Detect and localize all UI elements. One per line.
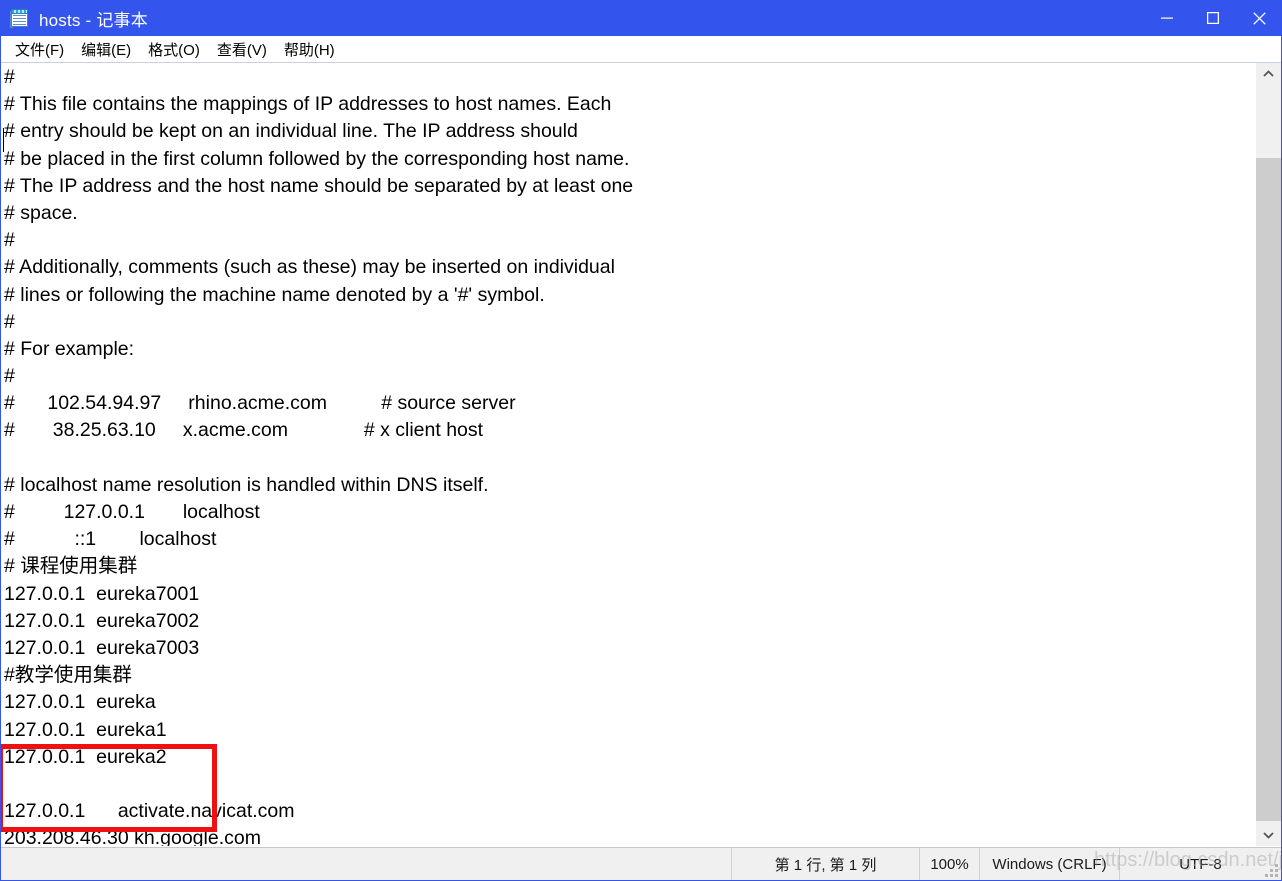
- status-cursor-position: 第 1 行, 第 1 列: [731, 847, 919, 880]
- title-bar[interactable]: hosts - 记事本: [1, 0, 1281, 36]
- status-bar: 第 1 行, 第 1 列 100% Windows (CRLF) UTF-8: [1, 847, 1281, 880]
- text-line: 127.0.0.1 eureka7002: [4, 609, 200, 632]
- close-button[interactable]: [1236, 0, 1281, 36]
- text-line: # be placed in the first column followed…: [4, 147, 630, 170]
- text-caret: [3, 128, 4, 152]
- notepad-icon: [10, 8, 30, 28]
- text-line: [4, 445, 633, 472]
- maximize-button[interactable]: [1190, 0, 1236, 36]
- text-line: #: [4, 66, 15, 88]
- status-zoom-level: 100%: [919, 847, 979, 880]
- status-line-ending: Windows (CRLF): [979, 847, 1119, 880]
- text-line: # The IP address and the host name shoul…: [4, 174, 634, 197]
- scrollbar-thumb[interactable]: [1256, 158, 1281, 821]
- text-line: # This file contains the mappings of IP …: [4, 93, 612, 116]
- notepad-window: hosts - 记事本 文件(F) 编辑(E) 格式(O) 查看(V) 帮助(H…: [0, 0, 1282, 881]
- text-line: 127.0.0.1 eureka7003: [4, 636, 200, 659]
- text-line: # For example:: [4, 337, 135, 360]
- text-line: 127.0.0.1 eureka1: [4, 718, 167, 741]
- scroll-up-arrow-icon[interactable]: [1256, 63, 1281, 85]
- menu-item-help[interactable]: 帮助(H): [276, 37, 344, 62]
- text-line: [4, 771, 633, 798]
- text-line: # Additionally, comments (such as these)…: [4, 256, 615, 279]
- text-line: 127.0.0.1 eureka2: [4, 745, 167, 768]
- text-line: # 38.25.63.10 x.acme.com # x client host: [4, 419, 484, 442]
- text-line: 127.0.0.1 activate.navicat.com: [4, 800, 295, 823]
- minimize-button[interactable]: [1144, 0, 1190, 36]
- vertical-scrollbar[interactable]: [1255, 63, 1281, 846]
- text-line: # ::1 localhost: [4, 528, 217, 551]
- text-line: #教学使用集群: [4, 664, 132, 687]
- menu-bar: 文件(F) 编辑(E) 格式(O) 查看(V) 帮助(H): [1, 36, 1281, 63]
- text-line: 127.0.0.1 eureka7001: [4, 582, 200, 605]
- text-line: # entry should be kept on an individual …: [4, 120, 578, 143]
- text-line: #: [4, 365, 15, 388]
- window-controls: [1144, 0, 1281, 36]
- text-content: # # This file contains the mappings of IP…: [4, 64, 633, 846]
- text-line: # lines or following the machine name de…: [4, 283, 545, 306]
- window-title: hosts - 记事本: [39, 10, 148, 30]
- scroll-down-arrow-icon[interactable]: [1256, 824, 1281, 846]
- menu-item-view[interactable]: 查看(V): [209, 37, 276, 62]
- menu-item-format[interactable]: 格式(O): [140, 37, 209, 62]
- text-editor-area[interactable]: # # This file contains the mappings of IP…: [1, 63, 1255, 846]
- menu-item-file[interactable]: 文件(F): [7, 37, 73, 62]
- text-line: 127.0.0.1 eureka: [4, 691, 156, 714]
- text-line: #: [4, 229, 15, 252]
- text-line: # 127.0.0.1 localhost: [4, 501, 260, 523]
- text-line: # 课程使用集群: [4, 555, 138, 578]
- text-line: # space.: [4, 201, 78, 224]
- status-encoding: UTF-8: [1119, 847, 1281, 880]
- menu-item-edit[interactable]: 编辑(E): [73, 37, 140, 62]
- resize-grip-icon[interactable]: [1265, 864, 1278, 877]
- text-line: 203.208.46.30 kh.google.com: [4, 827, 261, 846]
- text-line: #: [4, 310, 15, 333]
- text-line: # localhost name resolution is handled w…: [4, 473, 489, 496]
- status-spacer: [1, 848, 731, 881]
- text-line: # 102.54.94.97 rhino.acme.com # source s…: [4, 392, 516, 415]
